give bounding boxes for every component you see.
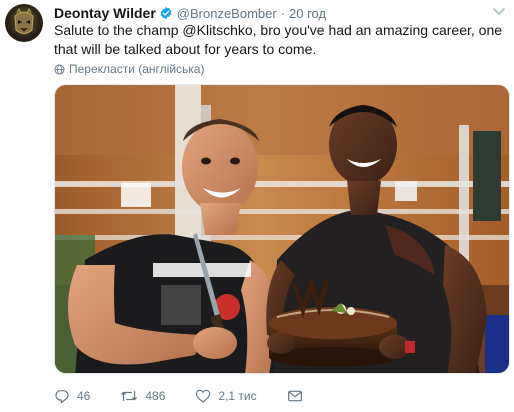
direct-message-button[interactable] [287, 388, 310, 404]
display-name[interactable]: Deontay Wilder [54, 5, 156, 21]
like-count: 2,1 тис [218, 389, 257, 403]
timestamp[interactable]: 20 год [289, 6, 326, 21]
tweet-header: Deontay Wilder @BronzeBomber · 20 год [54, 4, 326, 22]
globe-icon [54, 63, 65, 75]
retweet-button[interactable]: 486 [120, 388, 165, 404]
avatar-mask-icon [14, 7, 34, 34]
verified-badge-icon [160, 6, 172, 20]
translate-label: Перекласти (англійська) [69, 62, 205, 76]
retweet-icon [121, 391, 138, 401]
like-button[interactable]: 2,1 тис [195, 388, 257, 404]
separator-dot: · [280, 5, 286, 21]
avatar[interactable] [5, 4, 43, 42]
heart-icon [196, 389, 211, 403]
tweet[interactable]: Deontay Wilder @BronzeBomber · 20 год Sa… [0, 0, 514, 412]
envelope-icon [287, 390, 302, 402]
photo-image [55, 85, 509, 373]
tweet-photo[interactable] [54, 84, 510, 374]
retweet-count: 486 [145, 389, 166, 403]
chevron-down-icon[interactable] [492, 6, 506, 16]
tweet-actions: 46 486 2,1 тис [54, 386, 340, 406]
user-handle[interactable]: @BronzeBomber [177, 6, 277, 21]
reply-icon [55, 390, 69, 404]
reply-count: 46 [77, 389, 91, 403]
translate-link[interactable]: Перекласти (англійська) [54, 61, 204, 77]
tweet-text: Salute to the champ @Klitschko, bro you'… [54, 22, 503, 57]
reply-button[interactable]: 46 [54, 388, 90, 404]
